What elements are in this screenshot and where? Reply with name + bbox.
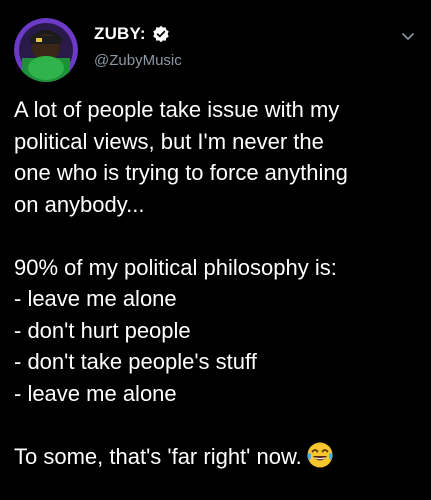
tweet-line: on anybody... <box>14 191 145 217</box>
author-header: ZUBY: <box>94 24 170 44</box>
verified-badge-icon <box>152 25 170 43</box>
avatar-image <box>14 18 78 82</box>
tweet-last-line: To some, that's 'far right' now. <box>14 441 419 473</box>
tears-of-joy-emoji-icon <box>306 441 334 469</box>
tweet-line: To some, that's 'far right' now. <box>14 443 302 469</box>
tweet-line: - leave me alone <box>14 380 177 406</box>
tweet-line: - don't hurt people <box>14 317 191 343</box>
tweet-line: one who is trying to force anything <box>14 160 348 185</box>
paragraph-break <box>14 409 419 441</box>
handle[interactable]: @ZubyMusic <box>94 52 182 69</box>
tweet-line: 90% of my political philosophy is: <box>14 254 337 280</box>
tweet-text: A lot of people take issue with my polit… <box>14 94 419 472</box>
tweet-line: - don't take people's stuff <box>14 349 257 374</box>
avatar[interactable] <box>14 18 78 82</box>
tweet-line: - leave me alone <box>14 286 177 311</box>
chevron-down-icon[interactable] <box>400 28 416 44</box>
paragraph-break <box>14 220 419 252</box>
tweet-line: political views, but I'm never the <box>14 128 324 154</box>
display-name[interactable]: ZUBY: <box>94 24 146 44</box>
tweet-line: A lot of people take issue with my <box>14 97 340 122</box>
tweet-card: ZUBY: @ZubyMusic A lot of people take is… <box>0 0 431 500</box>
